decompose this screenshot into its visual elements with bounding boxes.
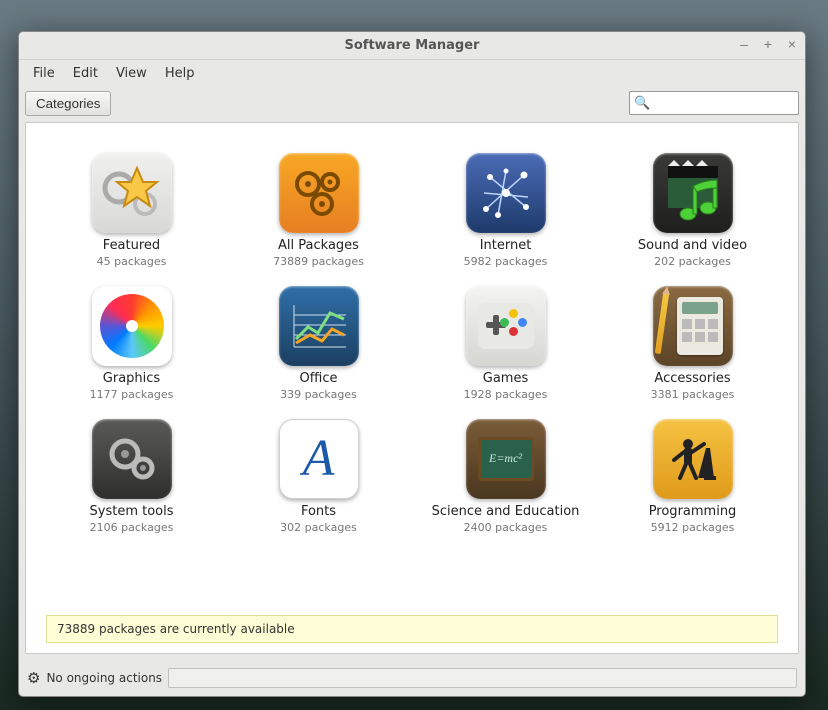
office-icon [279,286,359,366]
category-system-tools[interactable]: System tools 2106 packages [57,419,207,534]
gear-icon: ⚙ [27,669,40,687]
categories-button[interactable]: Categories [25,91,111,116]
accessories-icon [653,286,733,366]
category-label: Accessories [618,372,768,387]
menubar: File Edit View Help [19,60,805,86]
category-label: Sound and video [618,239,768,254]
category-graphics[interactable]: Graphics 1177 packages [57,286,207,401]
category-games[interactable]: Games 1928 packages [431,286,581,401]
category-count: 2106 packages [57,521,207,534]
ongoing-actions-label: No ongoing actions [46,671,162,685]
category-science-education[interactable]: E=mc² Science and Education 2400 package… [431,419,581,534]
category-count: 45 packages [57,255,207,268]
sound-video-icon [653,153,733,233]
menu-help[interactable]: Help [157,63,203,84]
category-accessories[interactable]: Accessories 3381 packages [618,286,768,401]
category-label: Internet [431,239,581,254]
category-programming[interactable]: Programming 5912 packages [618,419,768,534]
category-count: 73889 packages [244,255,394,268]
category-count: 339 packages [244,388,394,401]
category-featured[interactable]: Featured 45 packages [57,153,207,268]
searchbox[interactable]: 🔍 ⌫ [629,91,799,115]
menu-file[interactable]: File [25,63,63,84]
category-label: Programming [618,505,768,520]
category-sound-video[interactable]: Sound and video 202 packages [618,153,768,268]
category-label: System tools [57,505,207,520]
category-count: 202 packages [618,255,768,268]
footer: ⚙ No ongoing actions [19,660,805,696]
category-label: Fonts [244,505,394,520]
window-title: Software Manager [345,38,480,53]
category-count: 3381 packages [618,388,768,401]
science-education-icon: E=mc² [466,419,546,499]
maximize-button[interactable]: + [761,36,775,52]
category-count: 1928 packages [431,388,581,401]
games-icon [466,286,546,366]
category-count: 1177 packages [57,388,207,401]
category-label: Graphics [57,372,207,387]
all-packages-icon [279,153,359,233]
category-internet[interactable]: Internet 5982 packages [431,153,581,268]
titlebar: Software Manager – + × [19,32,805,60]
window-controls: – + × [737,36,799,52]
system-tools-icon [92,419,172,499]
category-all-packages[interactable]: All Packages 73889 packages [244,153,394,268]
category-count: 302 packages [244,521,394,534]
search-input[interactable] [654,96,828,111]
internet-icon [466,153,546,233]
minimize-button[interactable]: – [737,36,751,52]
progress-bar [168,668,797,688]
search-icon: 🔍 [634,96,650,111]
category-grid: Featured 45 packages All Packages 73889 [46,153,778,534]
category-count: 5912 packages [618,521,768,534]
menu-view[interactable]: View [108,63,155,84]
fonts-icon: A [279,419,359,499]
programming-icon [653,419,733,499]
featured-icon [92,153,172,233]
close-button[interactable]: × [785,36,799,52]
graphics-icon [92,286,172,366]
category-count: 5982 packages [431,255,581,268]
toolbar: Categories 🔍 ⌫ [19,86,805,120]
category-fonts[interactable]: A Fonts 302 packages [244,419,394,534]
category-label: Games [431,372,581,387]
category-label: All Packages [244,239,394,254]
menu-edit[interactable]: Edit [65,63,106,84]
category-count: 2400 packages [431,521,581,534]
category-label: Science and Education [431,505,581,520]
category-label: Office [244,372,394,387]
category-label: Featured [57,239,207,254]
status-message: 73889 packages are currently available [46,615,778,643]
category-office[interactable]: Office 339 packages [244,286,394,401]
content-area: Featured 45 packages All Packages 73889 [25,122,799,654]
app-window: Software Manager – + × File Edit View He… [18,31,806,697]
